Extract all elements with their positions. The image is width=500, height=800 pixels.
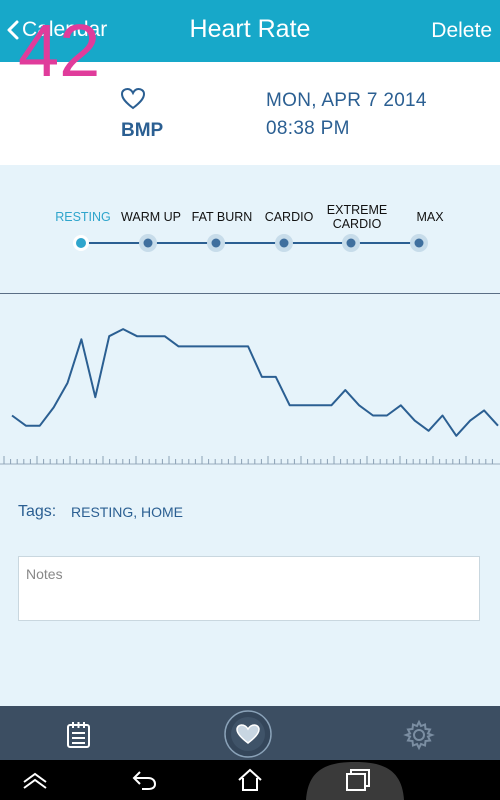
calendar-icon[interactable] xyxy=(64,720,94,750)
notes-field[interactable]: Notes xyxy=(18,556,480,621)
home-icon[interactable] xyxy=(236,767,264,793)
recent-apps-button[interactable] xyxy=(306,760,404,800)
heart-icon[interactable] xyxy=(223,709,273,759)
zone-dot-fat-burn[interactable] xyxy=(207,234,225,252)
back-arrow-icon[interactable] xyxy=(130,767,160,793)
system-navigation-bar xyxy=(0,760,500,800)
notes-placeholder: Notes xyxy=(26,566,63,582)
tags-value[interactable]: RESTING, HOME xyxy=(71,504,183,520)
tags-label: Tags: xyxy=(18,503,57,520)
zone-dot-cardio[interactable] xyxy=(275,234,293,252)
zone-dot-max[interactable] xyxy=(410,234,428,252)
chart-ticks xyxy=(0,456,500,465)
zone-dot-extreme-cardio[interactable] xyxy=(342,234,360,252)
heart-rate-line xyxy=(11,328,499,437)
zone-dot-warm-up[interactable] xyxy=(139,234,157,252)
gear-icon[interactable] xyxy=(403,719,435,751)
chevron-up-icon[interactable] xyxy=(20,768,50,792)
zone-dot-resting[interactable] xyxy=(73,235,89,251)
bottom-navigation xyxy=(0,706,500,760)
heart-rate-chart xyxy=(0,328,500,465)
